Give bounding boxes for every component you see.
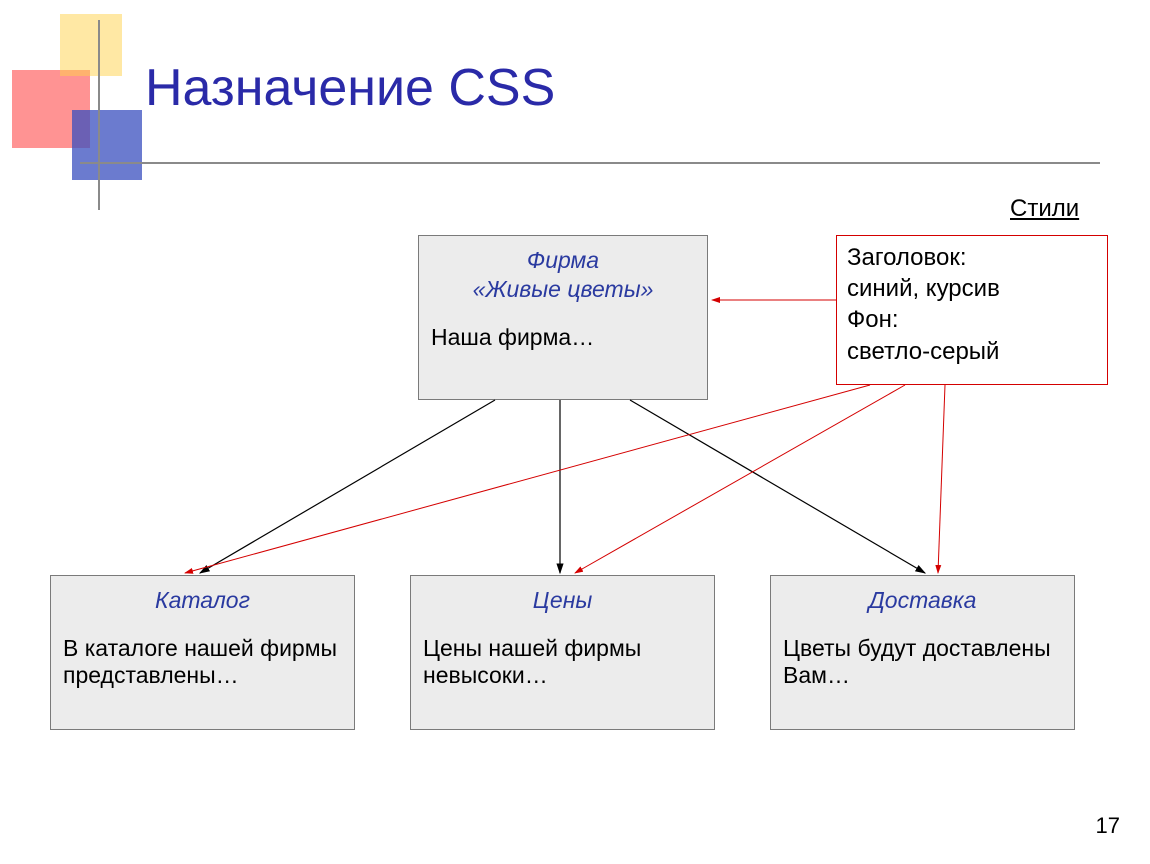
styles-label: Стили bbox=[1010, 195, 1079, 223]
page-box-prices: Цены Цены нашей фирмы невысоки… bbox=[410, 575, 715, 730]
decor-vertical-line bbox=[98, 20, 100, 210]
styles-line-3: Фон: bbox=[847, 304, 1097, 335]
page-box-main: Фирма «Живые цветы» Наша фирма… bbox=[418, 235, 708, 400]
delivery-body: Цветы будут доставлены Вам… bbox=[783, 635, 1062, 689]
decor-square-yellow bbox=[60, 14, 122, 76]
page-number: 17 bbox=[1096, 813, 1120, 839]
diagram-arrows bbox=[0, 0, 1150, 864]
main-title-line1: Фирма bbox=[527, 247, 599, 273]
main-title-line2: «Живые цветы» bbox=[473, 276, 654, 302]
styles-line-2: синий, курсив bbox=[847, 273, 1097, 304]
page-box-main-body: Наша фирма… bbox=[431, 324, 695, 351]
prices-body: Цены нашей фирмы невысоки… bbox=[423, 635, 702, 689]
page-box-delivery: Доставка Цветы будут доставлены Вам… bbox=[770, 575, 1075, 730]
styles-line-1: Заголовок: bbox=[847, 242, 1097, 273]
slide-title: Назначение CSS bbox=[145, 58, 555, 118]
delivery-title: Доставка bbox=[783, 586, 1062, 615]
styles-line-4: светло-серый bbox=[847, 336, 1097, 367]
decor-square-blue bbox=[72, 110, 142, 180]
page-box-catalog: Каталог В каталоге нашей фирмы представл… bbox=[50, 575, 355, 730]
page-box-main-title: Фирма «Живые цветы» bbox=[431, 246, 695, 304]
decor-horizontal-line bbox=[80, 162, 1100, 164]
catalog-title: Каталог bbox=[63, 586, 342, 615]
styles-definition-box: Заголовок: синий, курсив Фон: светло-сер… bbox=[836, 235, 1108, 385]
prices-title: Цены bbox=[423, 586, 702, 615]
slide-canvas: Назначение CSS Стили Заголовок: синий, к… bbox=[0, 0, 1150, 864]
catalog-body: В каталоге нашей фирмы представлены… bbox=[63, 635, 342, 689]
